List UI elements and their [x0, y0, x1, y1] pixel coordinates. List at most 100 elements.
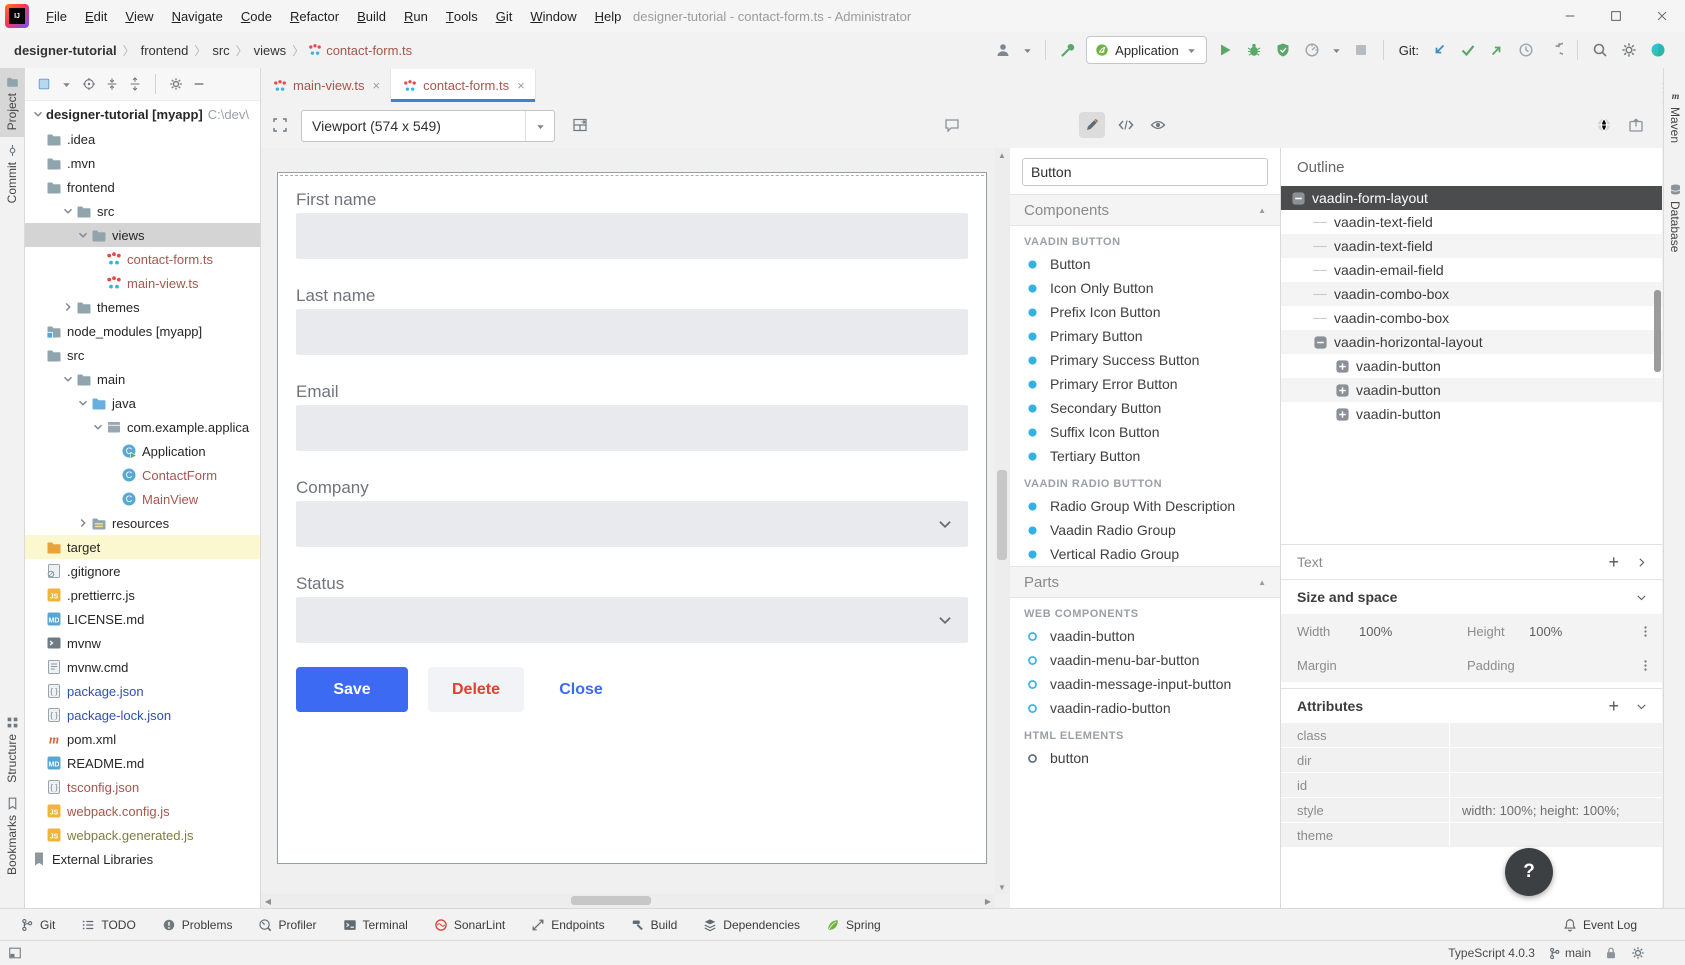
comment-button[interactable]: [939, 112, 965, 138]
project-root-row[interactable]: designer-tutorial [myapp] C:\dev\: [25, 101, 260, 127]
tree-row-views[interactable]: views: [25, 223, 260, 247]
tree-row-src[interactable]: src: [25, 199, 260, 223]
lock-icon[interactable]: [1604, 946, 1618, 960]
ide-services-button[interactable]: [1647, 39, 1669, 61]
palette-item-vaadin-message-input-button[interactable]: vaadin-message-input-button: [1010, 672, 1280, 696]
attribute-value[interactable]: [1450, 823, 1662, 847]
tool-window-button-build[interactable]: Build: [631, 918, 678, 932]
attribute-value[interactable]: [1450, 748, 1662, 772]
text-section-header[interactable]: Text +: [1281, 544, 1662, 579]
tree-row-contactform[interactable]: CContactForm: [25, 463, 260, 487]
tree-row-.prettierrc.js[interactable]: JS.prettierrc.js: [25, 583, 260, 607]
tree-row-contact-form.ts[interactable]: contact-form.ts: [25, 247, 260, 271]
palette-item-button[interactable]: Button: [1010, 252, 1280, 276]
split-view-button[interactable]: [567, 112, 593, 138]
menu-item-view[interactable]: View: [116, 0, 162, 32]
tree-row-com.example.applica[interactable]: com.example.applica: [25, 415, 260, 439]
canvas-hscroll-thumb[interactable]: [571, 896, 651, 905]
tree-row-frontend[interactable]: frontend: [25, 175, 260, 199]
tool-tab-commit[interactable]: Commit: [0, 137, 24, 210]
git-push-button[interactable]: [1486, 39, 1508, 61]
outline-scroll-thumb[interactable]: [1654, 290, 1661, 372]
tree-row-external-libraries[interactable]: External Libraries: [25, 847, 260, 871]
outline-node-vaadin-button[interactable]: vaadin-button: [1281, 402, 1662, 426]
menu-item-build[interactable]: Build: [348, 0, 395, 32]
collapse-arrow-icon[interactable]: ▲: [1258, 578, 1266, 587]
menu-item-edit[interactable]: Edit: [76, 0, 116, 32]
palette-item-primary-button[interactable]: Primary Button: [1010, 324, 1280, 348]
menu-item-help[interactable]: Help: [586, 0, 631, 32]
tool-tab-maven[interactable]: m Maven: [1663, 82, 1685, 150]
tree-row-.gitignore[interactable]: .gitignore: [25, 559, 260, 583]
outline-node-vaadin-email-field[interactable]: vaadin-email-field: [1281, 258, 1662, 282]
git-branch-widget[interactable]: main: [1548, 946, 1591, 960]
scroll-right-arrow[interactable]: ▶: [981, 894, 995, 908]
save-button[interactable]: Save: [296, 667, 408, 712]
editor-tab-main-view.ts[interactable]: main-view.ts×: [261, 69, 391, 102]
combo-box-input[interactable]: [296, 597, 968, 643]
profiler-button[interactable]: [1301, 39, 1323, 61]
minimize-button[interactable]: [1547, 0, 1593, 32]
rollback-button[interactable]: [1544, 39, 1566, 61]
tree-row-readme.md[interactable]: MDREADME.md: [25, 751, 260, 775]
tree-row-src[interactable]: src: [25, 343, 260, 367]
outline-node-vaadin-combo-box[interactable]: vaadin-combo-box: [1281, 306, 1662, 330]
combo-box-input[interactable]: [296, 501, 968, 547]
tree-row-tsconfig.json[interactable]: { }tsconfig.json: [25, 775, 260, 799]
canvas-vscroll-thumb[interactable]: [997, 470, 1007, 560]
tree-row-mainview[interactable]: CMainView: [25, 487, 260, 511]
tool-window-button-problems[interactable]: Problems: [162, 918, 233, 932]
run-configuration-select[interactable]: Application: [1086, 36, 1207, 64]
tree-row-resources[interactable]: resources: [25, 511, 260, 535]
tree-row-license.md[interactable]: MDLICENSE.md: [25, 607, 260, 631]
menu-item-run[interactable]: Run: [395, 0, 437, 32]
palette-item-secondary-button[interactable]: Secondary Button: [1010, 396, 1280, 420]
expand-all-icon[interactable]: [105, 77, 119, 91]
tool-tab-database[interactable]: Database: [1663, 176, 1685, 259]
view-options-caret-icon[interactable]: [60, 78, 73, 91]
tree-row-pom.xml[interactable]: mpom.xml: [25, 727, 260, 751]
debug-button[interactable]: [1243, 39, 1265, 61]
source-mode-button[interactable]: [1113, 112, 1139, 138]
search-everywhere-button[interactable]: [1589, 39, 1611, 61]
help-button[interactable]: ?: [1505, 848, 1553, 896]
menu-item-code[interactable]: Code: [232, 0, 281, 32]
outline-node-vaadin-text-field[interactable]: vaadin-text-field: [1281, 210, 1662, 234]
collapse-all-icon[interactable]: [128, 77, 142, 91]
tool-window-switcher-icon[interactable]: [8, 946, 22, 960]
stop-button[interactable]: [1350, 39, 1372, 61]
palette-item-vertical-radio-group[interactable]: Vertical Radio Group: [1010, 542, 1280, 566]
palette-item-primary-error-button[interactable]: Primary Error Button: [1010, 372, 1280, 396]
palette-item-button[interactable]: button: [1010, 746, 1280, 770]
text-field-input[interactable]: [296, 405, 968, 451]
add-attribute-icon[interactable]: +: [1608, 697, 1619, 715]
palette-item-vaadin-radio-button[interactable]: vaadin-radio-button: [1010, 696, 1280, 720]
typescript-version[interactable]: TypeScript 4.0.3: [1448, 946, 1535, 960]
edit-mode-button[interactable]: [1079, 112, 1105, 138]
tree-row-java[interactable]: java: [25, 391, 260, 415]
tool-tab-bookmarks[interactable]: Bookmarks: [0, 790, 24, 882]
tree-row-.mvn[interactable]: .mvn: [25, 151, 260, 175]
tree-row-webpack.generated.js[interactable]: JSwebpack.generated.js: [25, 823, 260, 847]
size-field-value[interactable]: 100%: [1529, 624, 1621, 639]
history-button[interactable]: [1515, 39, 1537, 61]
palette-header-parts[interactable]: Parts▲: [1010, 566, 1280, 598]
tree-row-target[interactable]: target: [25, 535, 260, 559]
palette-item-radio-group-with-description[interactable]: Radio Group With Description: [1010, 494, 1280, 518]
hide-panel-icon[interactable]: [192, 77, 206, 91]
tool-window-button-spring[interactable]: Spring: [826, 918, 881, 932]
tool-window-button-terminal[interactable]: Terminal: [343, 918, 408, 932]
tab-close-icon[interactable]: ×: [373, 78, 381, 93]
highlight-level-gear-icon[interactable]: [1631, 946, 1645, 960]
design-sheet[interactable]: First nameLast nameEmailCompanyStatusSav…: [277, 172, 987, 864]
tree-row-node-modules--myapp-[interactable]: node_modules [myapp]: [25, 319, 260, 343]
palette-item-primary-success-button[interactable]: Primary Success Button: [1010, 348, 1280, 372]
locate-file-icon[interactable]: [82, 77, 96, 91]
git-commit-button[interactable]: [1457, 39, 1479, 61]
attribute-name[interactable]: style: [1281, 798, 1450, 822]
breadcrumb-item[interactable]: views: [252, 43, 289, 58]
attribute-name[interactable]: dir: [1281, 748, 1450, 772]
attributes-section-header[interactable]: Attributes +: [1281, 688, 1662, 723]
attribute-name[interactable]: theme: [1281, 823, 1450, 847]
tree-row-mvnw[interactable]: mvnw: [25, 631, 260, 655]
